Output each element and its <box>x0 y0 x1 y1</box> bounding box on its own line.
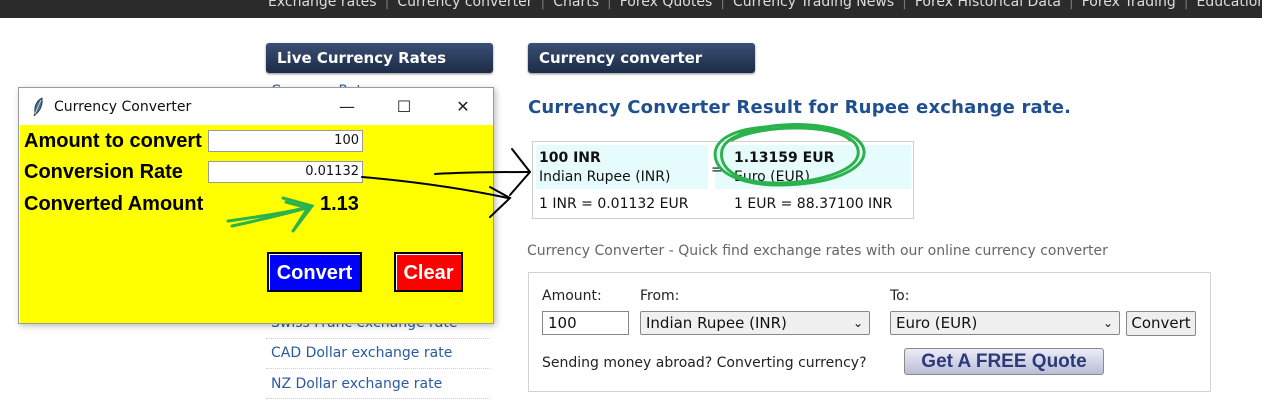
feather-icon <box>31 97 45 121</box>
from-currency-name: Indian Rupee (INR) <box>539 169 671 185</box>
quick-find-text: Currency Converter - Quick find exchange… <box>527 243 1108 259</box>
nav-currency-trading-news[interactable]: Currency Trading News <box>733 0 894 10</box>
tk-title-bar[interactable]: Currency Converter — ☐ ✕ <box>19 88 493 125</box>
chevron-down-icon: ⌄ <box>1102 316 1113 330</box>
nav-exchange-rates[interactable]: Exchange rates <box>268 0 377 10</box>
to-label: To: <box>890 288 910 304</box>
tk-clear-button[interactable]: Clear <box>394 252 463 292</box>
amount-input[interactable]: 100 <box>542 311 629 335</box>
sidebar-link-nz-dollar[interactable]: NZ Dollar exchange rate <box>271 376 442 392</box>
maximize-button[interactable]: ☐ <box>384 94 424 120</box>
from-currency-select[interactable]: Indian Rupee (INR) ⌄ <box>640 311 870 335</box>
equals-sign: = <box>711 162 723 178</box>
sidebar-divider <box>266 398 490 400</box>
to-amount: 1.13159 EUR <box>734 150 835 166</box>
tk-window-body: Amount to convert 100 Conversion Rate 0.… <box>20 125 493 323</box>
free-quote-button[interactable]: Get A FREE Quote <box>904 348 1104 375</box>
to-currency-select[interactable]: Euro (EUR) ⌄ <box>890 311 1120 335</box>
chevron-down-icon: ⌄ <box>852 316 863 330</box>
amount-to-convert-label: Amount to convert <box>24 130 202 152</box>
amount-entry[interactable]: 100 <box>208 130 363 152</box>
sidebar-divider <box>266 338 490 340</box>
nav-currency-converter[interactable]: Currency converter <box>397 0 532 10</box>
converter-header: Currency converter <box>528 43 755 73</box>
convert-button[interactable]: Convert <box>1126 311 1196 336</box>
sidebar-divider <box>266 368 490 370</box>
from-amount: 100 INR <box>539 150 601 166</box>
top-navigation-bar: Exchange rates | Currency converter | Char… <box>0 0 1262 18</box>
converted-amount-label: Converted Amount <box>24 193 204 215</box>
nav-education[interactable]: Education <box>1196 0 1262 10</box>
nav-forex-historical-data[interactable]: Forex Historical Data <box>915 0 1061 10</box>
conversion-rate-entry[interactable]: 0.01132 <box>208 161 363 183</box>
sidebar-header: Live Currency Rates <box>266 43 493 73</box>
tk-convert-button[interactable]: Convert <box>267 252 362 292</box>
nav-forex-quotes[interactable]: Forex Quotes <box>620 0 713 10</box>
tk-converter-window: Currency Converter — ☐ ✕ Amount to conve… <box>18 87 494 324</box>
to-currency-name: Euro (EUR) <box>734 169 810 185</box>
sidebar-link-cad-dollar[interactable]: CAD Dollar exchange rate <box>271 345 452 361</box>
tk-window-title: Currency Converter <box>54 99 192 115</box>
nav-charts[interactable]: Charts <box>553 0 599 10</box>
converted-amount-value: 1.13 <box>320 193 359 215</box>
to-currency-value: Euro (EUR) <box>896 314 978 332</box>
conversion-rate-label: Conversion Rate <box>24 161 183 183</box>
amount-label: Amount: <box>542 288 602 304</box>
rate-forward: 1 INR = 0.01132 EUR <box>539 196 689 212</box>
close-button[interactable]: ✕ <box>443 94 483 120</box>
nav-forex-trading[interactable]: Forex Trading <box>1082 0 1176 10</box>
from-currency-value: Indian Rupee (INR) <box>646 314 787 332</box>
minimize-button[interactable]: — <box>327 94 367 120</box>
result-table: 100 INR Indian Rupee (INR) = 1.13159 EUR… <box>532 141 914 219</box>
rate-reverse: 1 EUR = 88.37100 INR <box>734 196 893 212</box>
from-label: From: <box>640 288 680 304</box>
result-title: Currency Converter Result for Rupee exch… <box>528 97 1072 118</box>
sending-money-text: Sending money abroad? Converting currenc… <box>542 355 867 371</box>
